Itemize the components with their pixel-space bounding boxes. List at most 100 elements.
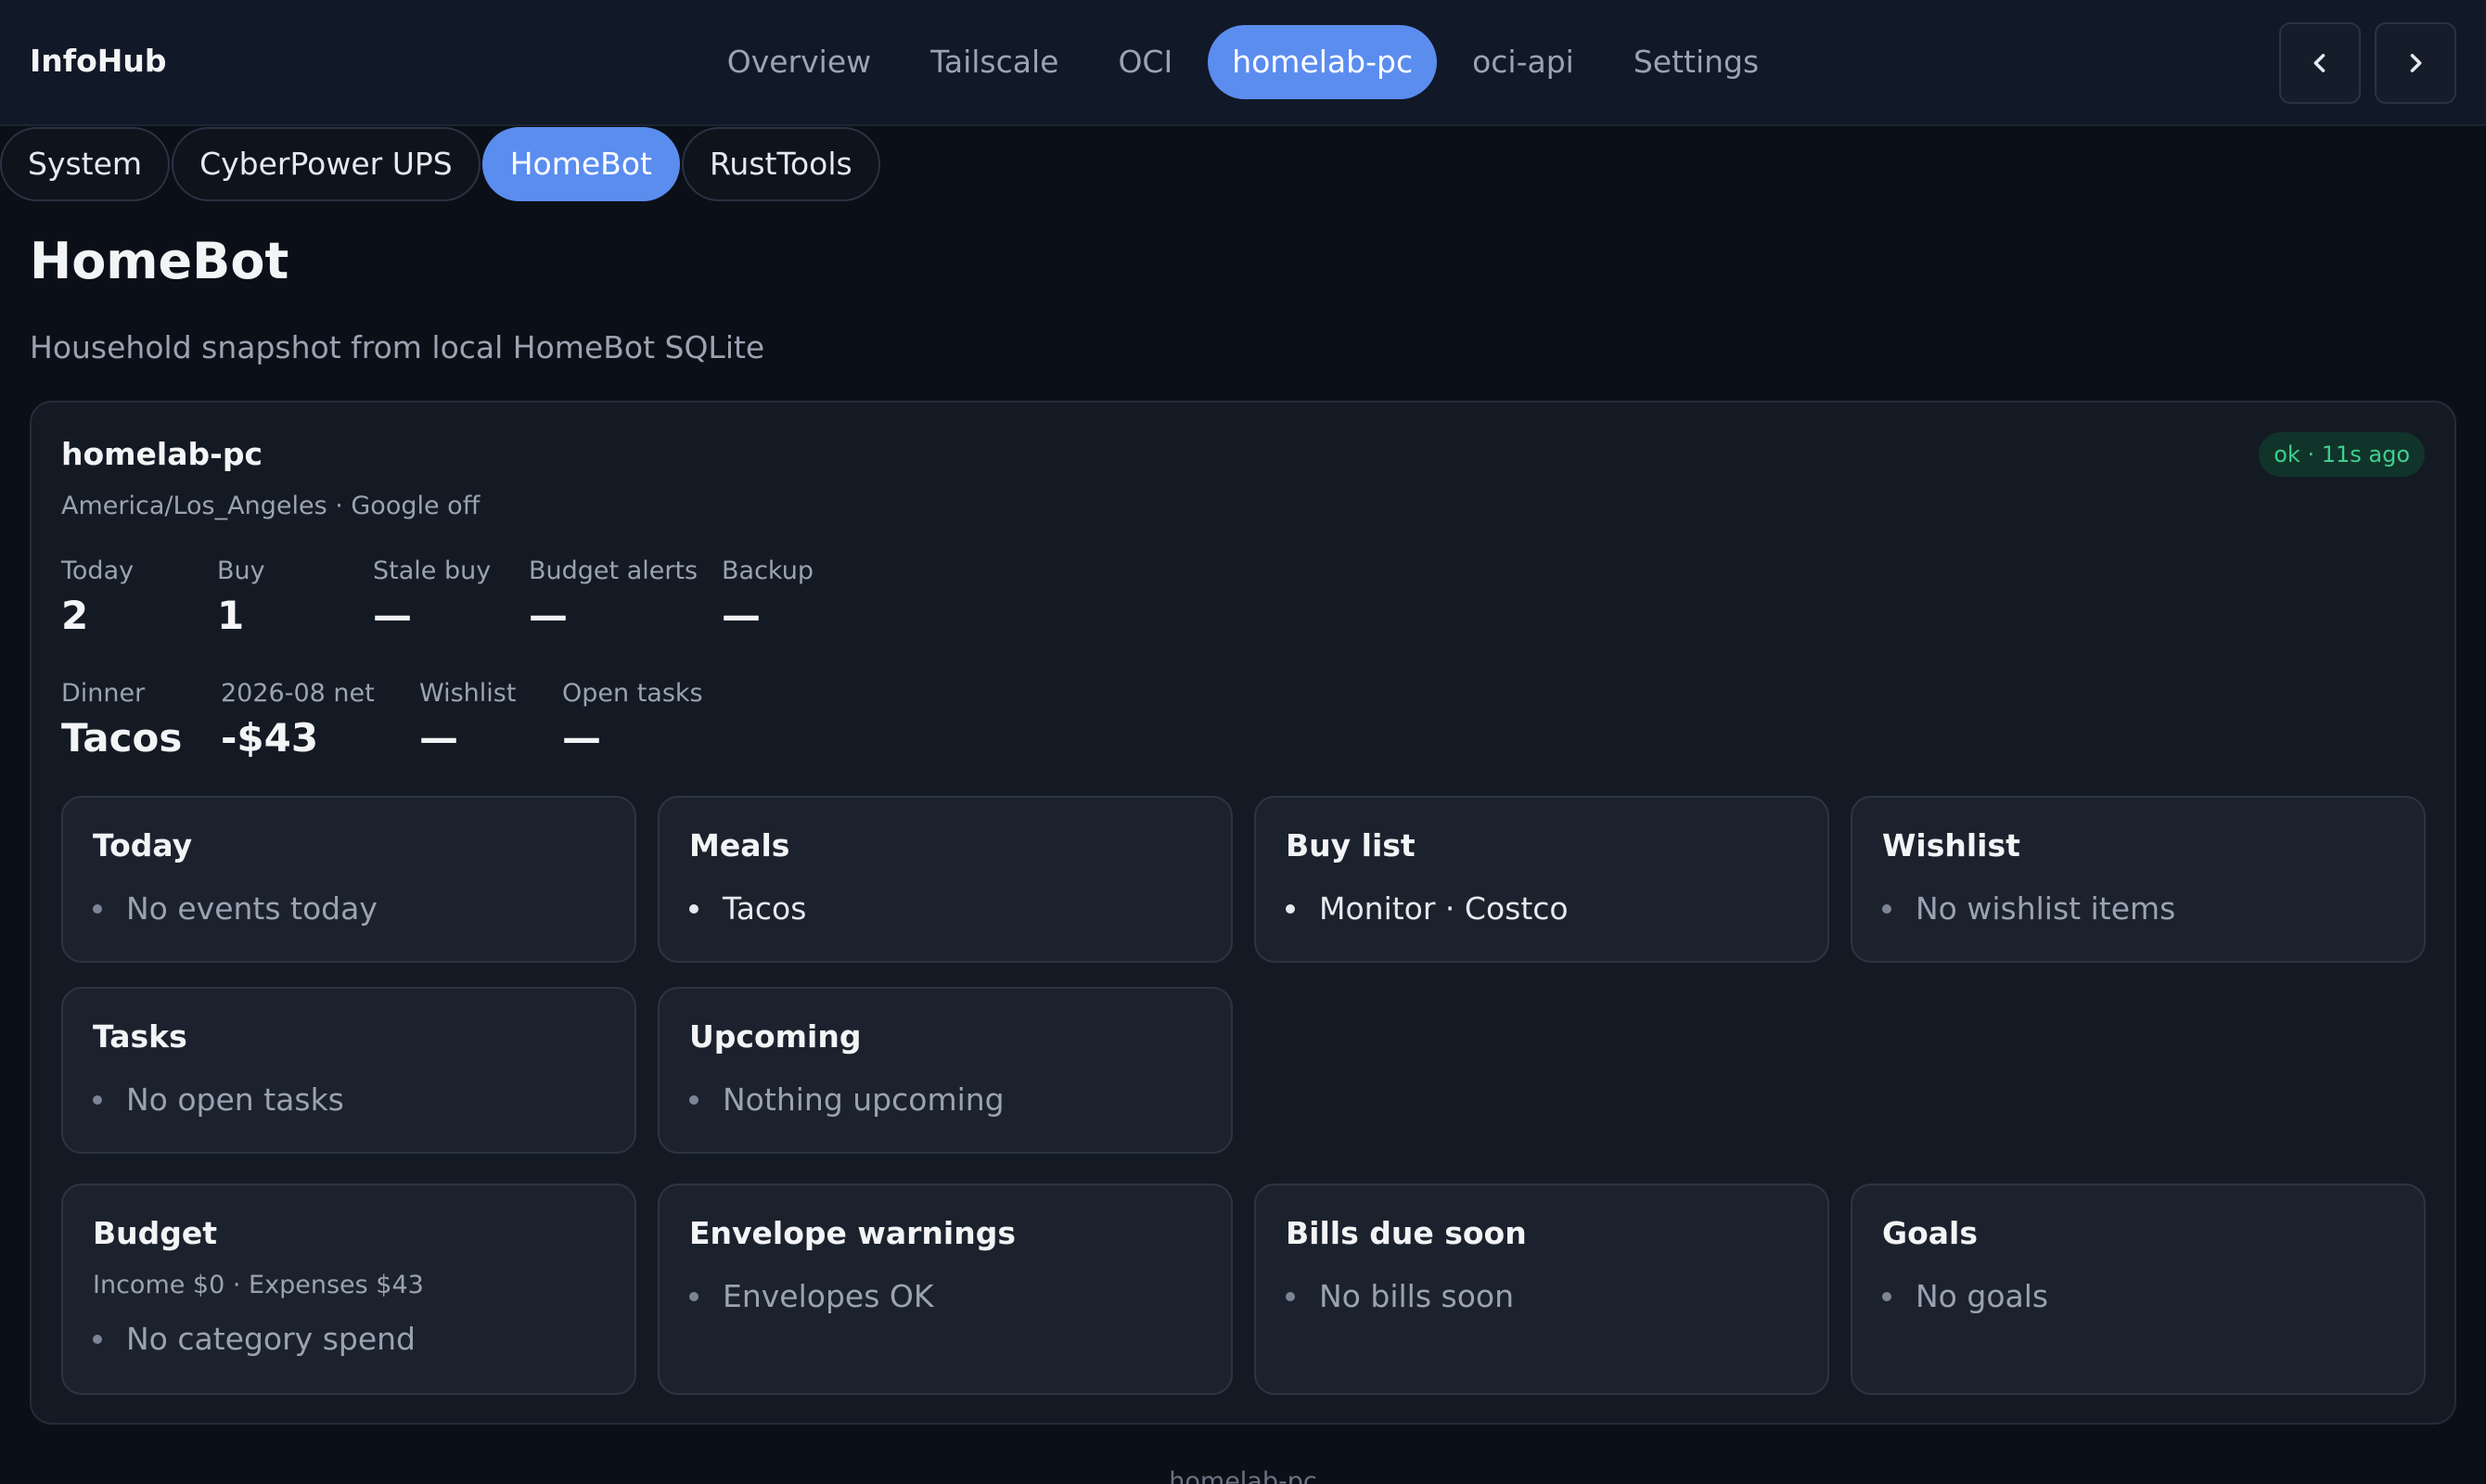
bullet-icon bbox=[93, 903, 102, 914]
card-title: Tasks bbox=[93, 1018, 187, 1055]
stat-budget-alerts: Budget alerts — bbox=[529, 556, 722, 638]
status-badge: ok · 11s ago bbox=[2259, 432, 2425, 477]
stat-label: Dinner bbox=[61, 679, 146, 708]
list-item-text: No goals bbox=[1916, 1278, 2049, 1314]
card-title: Envelope warnings bbox=[689, 1215, 1016, 1251]
stat-stale-buy: Stale buy — bbox=[373, 556, 529, 638]
list-item: Tacos bbox=[689, 890, 806, 927]
stat-label: Wishlist bbox=[419, 679, 517, 708]
stats-row-primary: Today 2 Buy 1 Stale buy — Budget alerts … bbox=[61, 556, 878, 638]
page-title: HomeBot bbox=[30, 232, 289, 290]
list-item-text: Envelopes OK bbox=[723, 1278, 934, 1314]
card-upcoming: Upcoming Nothing upcoming bbox=[658, 987, 1233, 1154]
card-tasks: Tasks No open tasks bbox=[61, 987, 636, 1154]
stat-net: 2026-08 net -$43 bbox=[221, 679, 419, 761]
list-item-text: No open tasks bbox=[126, 1081, 344, 1118]
card-title: Bills due soon bbox=[1286, 1215, 1527, 1251]
list-item-text: No bills soon bbox=[1319, 1278, 1514, 1314]
bullet-icon bbox=[689, 903, 698, 914]
footer-text: homelab-pc bbox=[1169, 1467, 1317, 1484]
card-meals: Meals Tacos bbox=[658, 796, 1233, 963]
stat-value: -$43 bbox=[221, 715, 319, 761]
sub-tabs: System CyberPower UPS HomeBot RustTools bbox=[0, 127, 882, 201]
next-button[interactable] bbox=[2375, 22, 2456, 104]
list-item: Nothing upcoming bbox=[689, 1081, 1005, 1118]
subtab-system[interactable]: System bbox=[0, 127, 171, 201]
stat-label: Budget alerts bbox=[529, 556, 698, 585]
budget-summary: Income $0 · Expenses $43 bbox=[93, 1271, 424, 1299]
host-name: homelab-pc bbox=[61, 436, 263, 472]
list-item-text: Monitor · Costco bbox=[1319, 890, 1569, 927]
bullet-icon bbox=[1882, 1291, 1891, 1301]
card-title: Budget bbox=[93, 1215, 218, 1251]
list-item: Envelopes OK bbox=[689, 1278, 934, 1314]
chevron-right-icon bbox=[2410, 54, 2422, 72]
stat-open-tasks: Open tasks — bbox=[562, 679, 748, 761]
card-goals: Goals No goals bbox=[1851, 1183, 2426, 1395]
prev-button[interactable] bbox=[2279, 22, 2361, 104]
stat-wishlist: Wishlist — bbox=[419, 679, 562, 761]
subtab-cyberpower-ups[interactable]: CyberPower UPS bbox=[172, 127, 481, 201]
stat-today: Today 2 bbox=[61, 556, 217, 638]
bullet-icon bbox=[93, 1334, 102, 1344]
top-bar: InfoHub Overview Tailscale OCI homelab-p… bbox=[0, 0, 2486, 126]
stats-row-secondary: Dinner Tacos 2026-08 net -$43 Wishlist —… bbox=[61, 679, 748, 761]
stat-value: 2 bbox=[61, 593, 89, 638]
chevron-left-icon bbox=[2313, 54, 2326, 72]
bullet-icon bbox=[93, 1094, 102, 1105]
bullet-icon bbox=[1286, 1291, 1295, 1301]
stat-value: — bbox=[373, 593, 412, 638]
stat-dinner: Dinner Tacos bbox=[61, 679, 221, 761]
stat-value: — bbox=[529, 593, 568, 638]
list-item: Monitor · Costco bbox=[1286, 890, 1569, 927]
stat-label: Today bbox=[61, 556, 135, 585]
card-budget: Budget Income $0 · Expenses $43 No categ… bbox=[61, 1183, 636, 1395]
subtab-homebot[interactable]: HomeBot bbox=[481, 127, 680, 201]
card-title: Today bbox=[93, 827, 193, 864]
list-item-text: No category spend bbox=[126, 1321, 416, 1357]
nav-item-overview[interactable]: Overview bbox=[698, 25, 901, 99]
stat-label: Stale buy bbox=[373, 556, 492, 585]
nav-item-oci-api[interactable]: oci-api bbox=[1442, 25, 1604, 99]
bullet-icon bbox=[689, 1291, 698, 1301]
bullet-icon bbox=[689, 1094, 698, 1105]
list-item-text: Tacos bbox=[723, 890, 807, 927]
stat-label: Backup bbox=[722, 556, 814, 585]
page-subtitle: Household snapshot from local HomeBot SQ… bbox=[30, 329, 765, 365]
main-nav: Overview Tailscale OCI homelab-pc oci-ap… bbox=[0, 25, 2486, 99]
stat-value: — bbox=[419, 715, 458, 761]
stat-value: — bbox=[562, 715, 601, 761]
card-bills-due-soon: Bills due soon No bills soon bbox=[1254, 1183, 1829, 1395]
host-meta: America/Los_Angeles · Google off bbox=[61, 492, 481, 520]
list-item: No wishlist items bbox=[1882, 890, 2175, 927]
list-item-text: No wishlist items bbox=[1916, 890, 2176, 927]
list-item-text: Nothing upcoming bbox=[723, 1081, 1005, 1118]
list-item-text: No events today bbox=[126, 890, 378, 927]
stat-value: Tacos bbox=[61, 715, 183, 761]
subtab-rusttools[interactable]: RustTools bbox=[681, 127, 880, 201]
card-title: Buy list bbox=[1286, 827, 1416, 864]
card-title: Meals bbox=[689, 827, 790, 864]
stat-value: 1 bbox=[217, 593, 245, 638]
card-today: Today No events today bbox=[61, 796, 636, 963]
list-item: No open tasks bbox=[93, 1081, 344, 1118]
stat-label: Buy bbox=[217, 556, 265, 585]
stat-buy: Buy 1 bbox=[217, 556, 373, 638]
stat-label: Open tasks bbox=[562, 679, 703, 708]
bullet-icon bbox=[1286, 903, 1295, 914]
card-title: Upcoming bbox=[689, 1018, 862, 1055]
card-buy-list: Buy list Monitor · Costco bbox=[1254, 796, 1829, 963]
list-item: No goals bbox=[1882, 1278, 2048, 1314]
nav-item-settings[interactable]: Settings bbox=[1604, 25, 1788, 99]
card-title: Wishlist bbox=[1882, 827, 2020, 864]
host-card: homelab-pc America/Los_Angeles · Google … bbox=[30, 401, 2456, 1425]
nav-item-homelab-pc[interactable]: homelab-pc bbox=[1208, 25, 1438, 99]
bullet-icon bbox=[1882, 903, 1891, 914]
stat-value: — bbox=[722, 593, 761, 638]
stat-backup: Backup — bbox=[722, 556, 878, 638]
list-item: No category spend bbox=[93, 1321, 416, 1357]
nav-item-oci[interactable]: OCI bbox=[1088, 25, 1202, 99]
card-envelope-warnings: Envelope warnings Envelopes OK bbox=[658, 1183, 1233, 1395]
nav-item-tailscale[interactable]: Tailscale bbox=[901, 25, 1088, 99]
card-wishlist: Wishlist No wishlist items bbox=[1851, 796, 2426, 963]
